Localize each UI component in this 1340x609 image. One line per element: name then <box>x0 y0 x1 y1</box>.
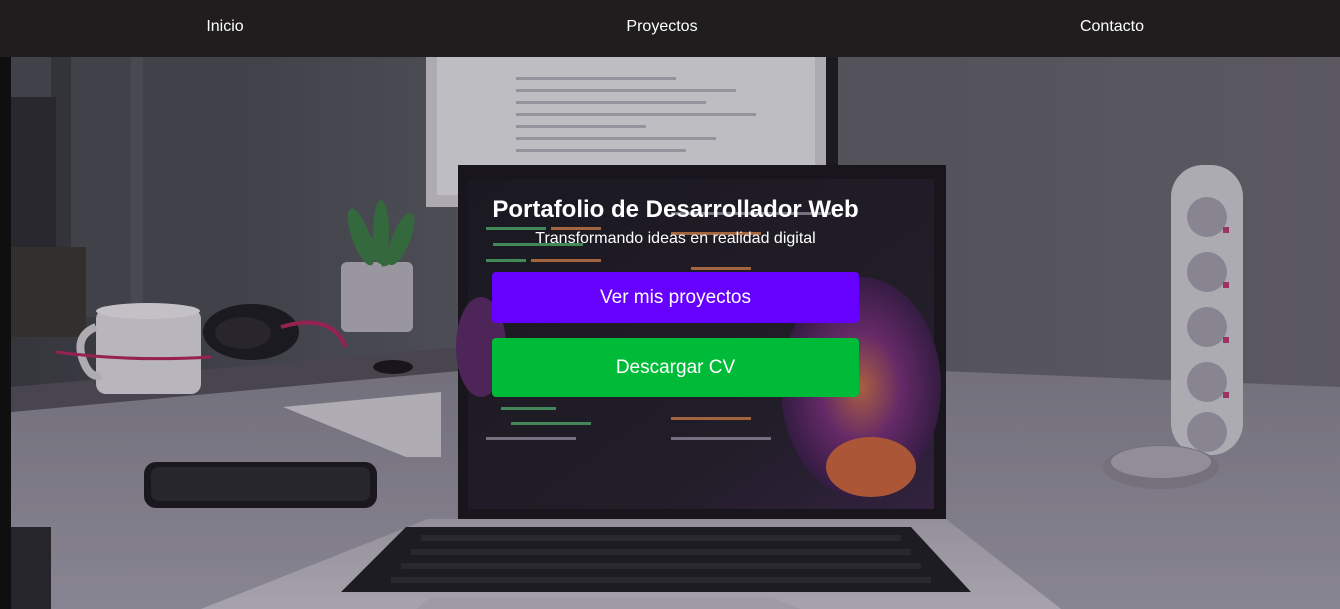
hero-subtitle: Transformando ideas en realidad digital <box>535 230 816 247</box>
nav-link-proyectos[interactable]: Proyectos <box>626 0 697 54</box>
hero-content: Portafolio de Desarrollador Web Transfor… <box>492 195 859 397</box>
hero-section: Portafolio de Desarrollador Web Transfor… <box>11 57 1340 609</box>
nav-link-inicio[interactable]: Inicio <box>206 0 243 54</box>
view-projects-button[interactable]: Ver mis proyectos <box>492 272 859 323</box>
download-cv-button[interactable]: Descargar CV <box>492 338 859 397</box>
hero-title: Portafolio de Desarrollador Web <box>492 196 859 223</box>
top-navbar: Inicio Proyectos Contacto <box>0 0 1340 57</box>
nav-link-contacto[interactable]: Contacto <box>1080 0 1144 54</box>
